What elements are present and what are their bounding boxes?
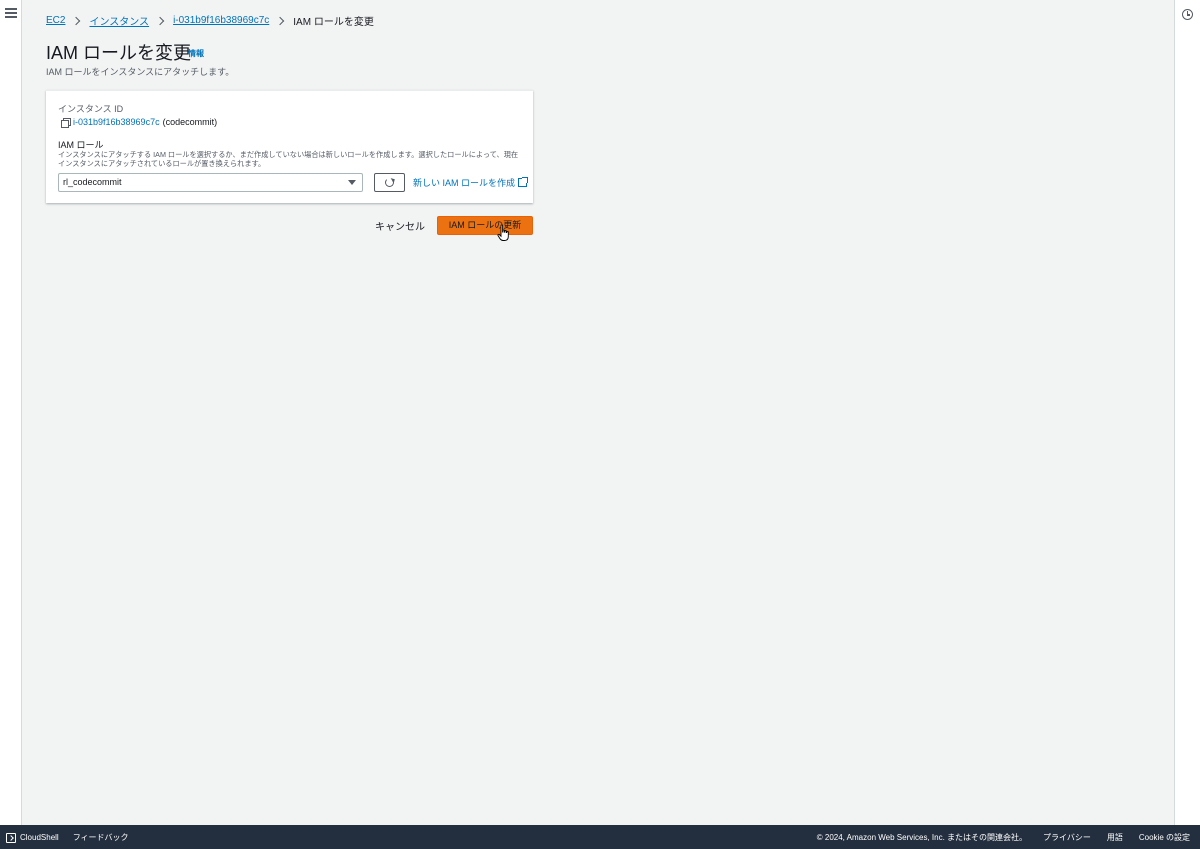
page-description: IAM ロールをインスタンスにアタッチします。 [46, 67, 235, 77]
cookie-settings-link[interactable]: Cookie の設定 [1139, 832, 1190, 843]
instance-name: (codecommit) [162, 117, 218, 127]
caret-down-icon [348, 180, 356, 185]
selected-role-value: rl_codecommit [63, 177, 122, 187]
iam-role-description: インスタンスにアタッチする IAM ロールを選択するか、まだ作成していない場合は… [58, 150, 519, 168]
clock-icon[interactable] [1182, 9, 1193, 20]
iam-role-select[interactable]: rl_codecommit [58, 173, 363, 192]
terms-link[interactable]: 用語 [1107, 832, 1123, 843]
chevron-right-icon [276, 16, 285, 25]
cloudshell-icon [6, 832, 16, 843]
breadcrumb-ec2[interactable]: EC2 [46, 15, 65, 26]
footer-left: CloudShell フィードバック [6, 832, 129, 843]
refresh-icon [385, 178, 394, 187]
breadcrumb-current: IAM ロールを変更 [293, 17, 374, 28]
chevron-right-icon [72, 16, 81, 25]
tools-rail [1174, 0, 1200, 825]
instance-id-link[interactable]: i-031b9f16b38969c7c [73, 117, 160, 127]
update-iam-role-button[interactable]: IAM ロールの更新 [437, 216, 533, 235]
footer-right: © 2024, Amazon Web Services, Inc. またはその関… [817, 832, 1190, 843]
breadcrumb: EC2 インスタンス i-031b9f16b38969c7c IAM ロールを変… [46, 13, 374, 28]
feedback-link[interactable]: フィードバック [73, 832, 129, 843]
main-content: EC2 インスタンス i-031b9f16b38969c7c IAM ロールを変… [23, 0, 1174, 825]
page-title: IAM ロールを変更 [46, 43, 192, 63]
form-panel: インスタンス ID i-031b9f16b38969c7c (codecommi… [46, 90, 533, 203]
refresh-button[interactable] [374, 173, 405, 192]
instance-id-label: インスタンス ID [58, 104, 124, 114]
footer: CloudShell フィードバック © 2024, Amazon Web Se… [0, 825, 1200, 849]
privacy-link[interactable]: プライバシー [1043, 832, 1091, 843]
breadcrumb-instances[interactable]: インスタンス [89, 13, 149, 28]
cancel-button[interactable]: キャンセル [375, 218, 425, 233]
external-link-icon [518, 177, 529, 187]
side-navigation-rail [0, 0, 22, 825]
copyright-text: © 2024, Amazon Web Services, Inc. またはその関… [816, 833, 1028, 842]
cloudshell-link[interactable]: CloudShell [20, 833, 59, 842]
create-iam-role-link[interactable]: 新しい IAM ロールを作成 [413, 176, 529, 189]
hamburger-menu-icon[interactable] [5, 8, 17, 20]
chevron-right-icon [155, 16, 165, 25]
breadcrumb-instance-id[interactable]: i-031b9f16b38969c7c [173, 15, 269, 26]
create-iam-role-label: 新しい IAM ロールを作成 [413, 178, 516, 188]
instance-id-row: i-031b9f16b38969c7c (codecommit) [61, 117, 218, 128]
info-link[interactable]: 情報 [188, 48, 204, 59]
hand-cursor-icon [497, 224, 509, 241]
copy-icon[interactable] [61, 117, 71, 128]
